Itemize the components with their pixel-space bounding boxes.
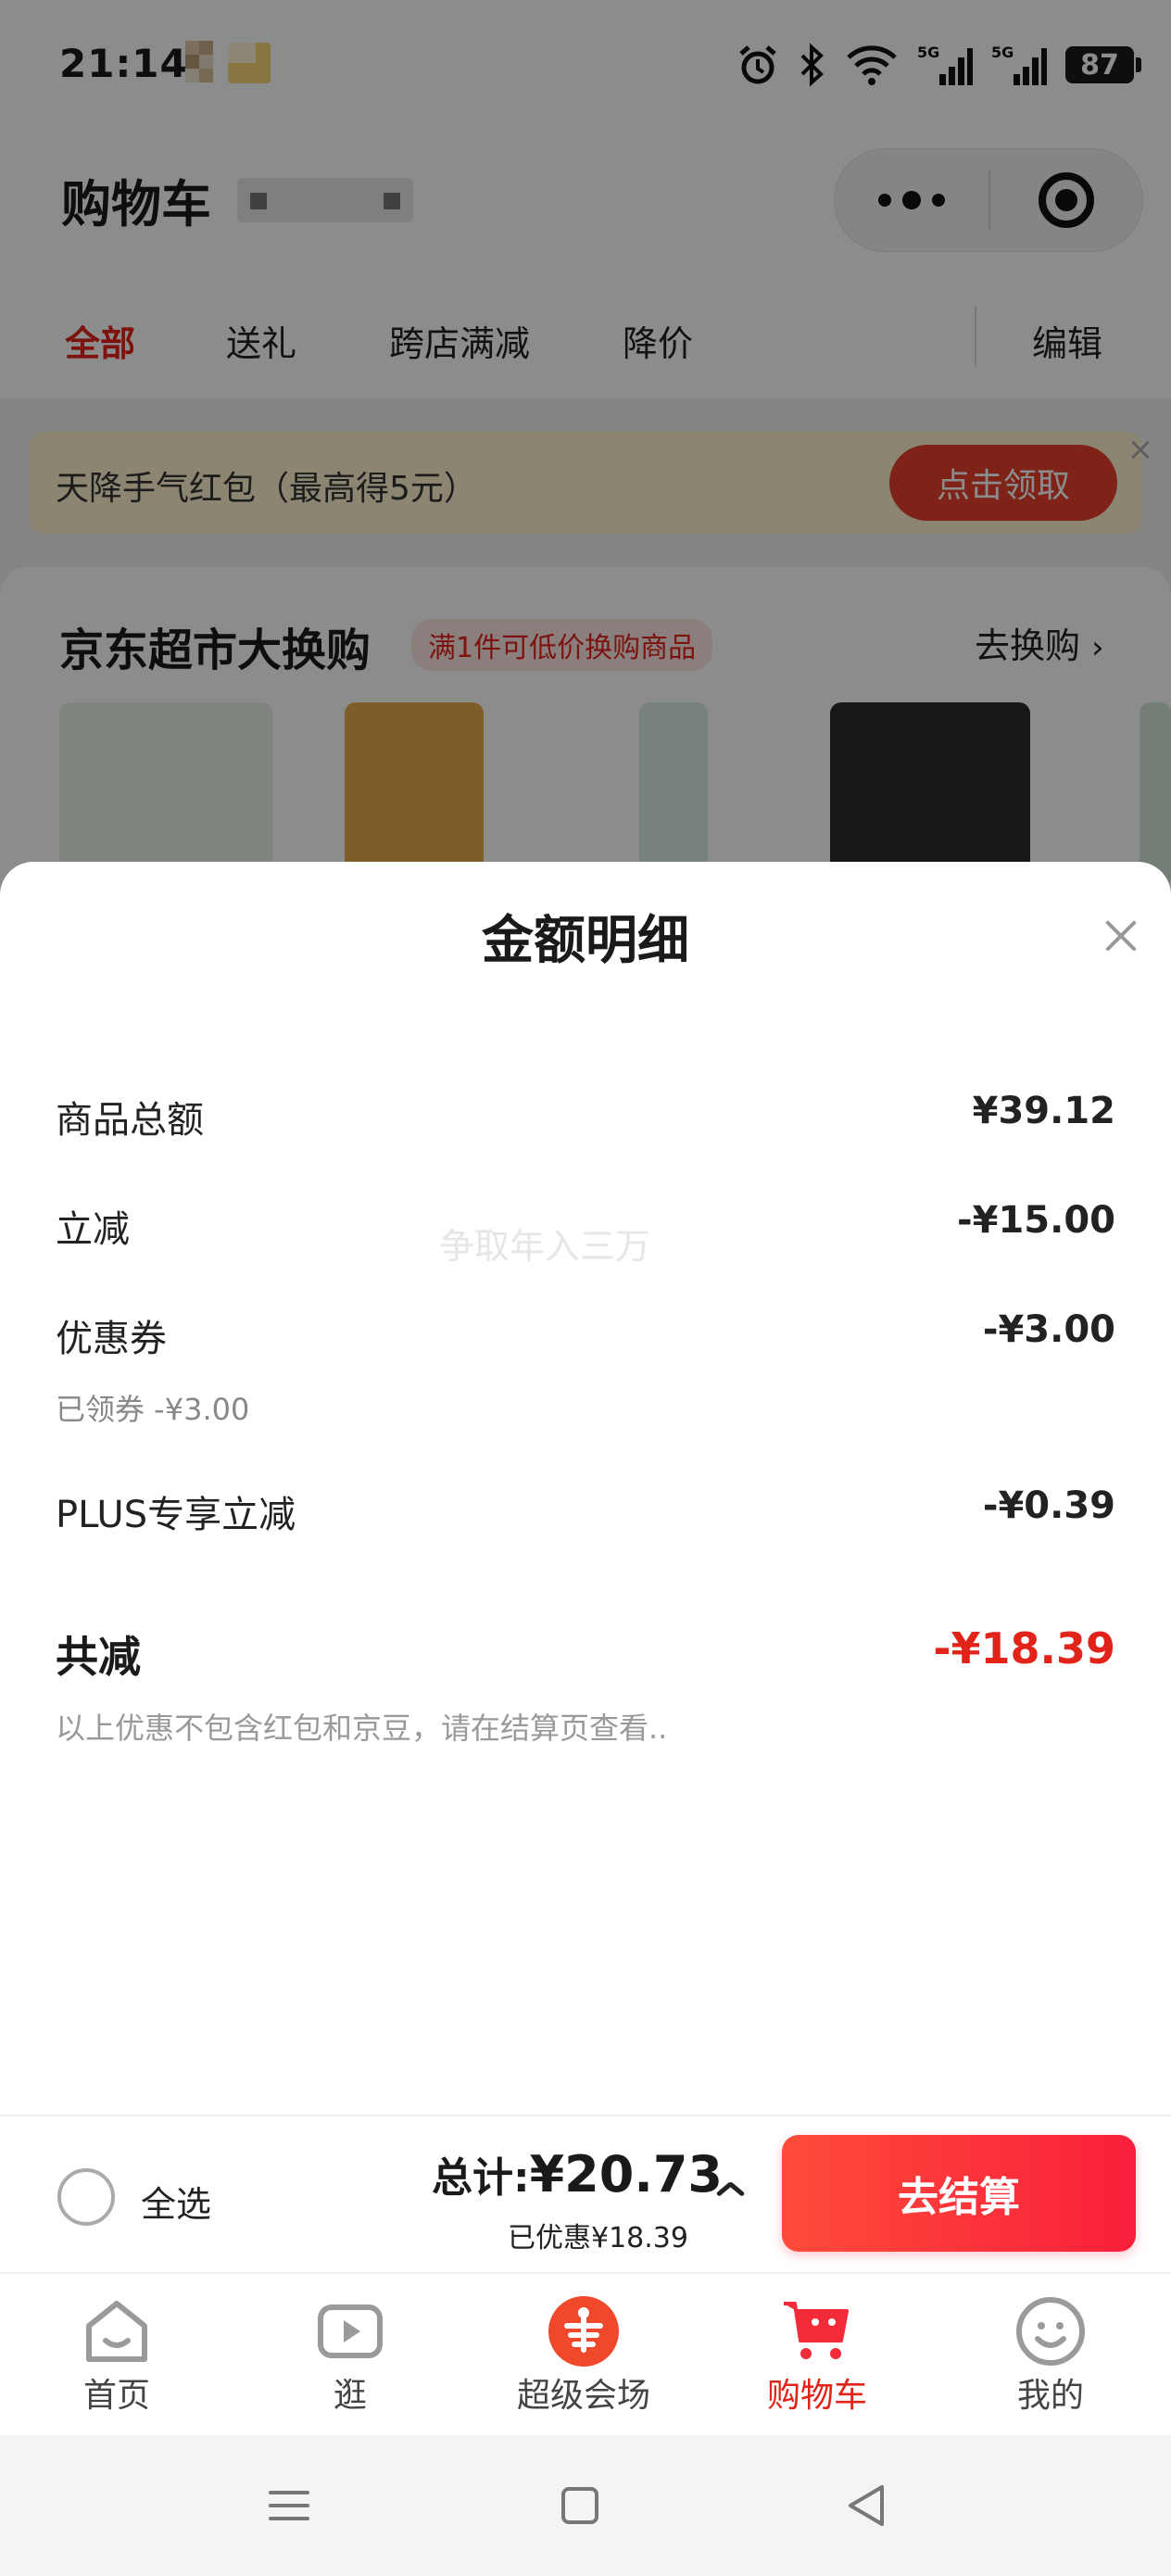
bottom-tabbar: 首页 逛 超级会场 购物车 我的 <box>0 2272 1171 2435</box>
tabbar-label: 购物车 <box>766 2377 867 2415</box>
tabbar-item-cart[interactable]: 购物车 <box>700 2274 934 2437</box>
row-value-plus: -¥0.39 <box>982 1484 1115 1527</box>
row-sub-coupon: 已领券 -¥3.00 <box>56 1392 250 1427</box>
total-discount-label: 共减 <box>56 1632 141 1682</box>
row-label-instant-off: 立减 <box>56 1208 130 1251</box>
tabbar-item-profile[interactable]: 我的 <box>934 2274 1167 2437</box>
cart-icon <box>784 2302 849 2359</box>
total-prefix: 总计: <box>432 2154 530 2202</box>
discount-note: 以上优惠不包含红包和京豆，请在结算页查看.. <box>56 1711 668 1746</box>
select-all-label[interactable]: 全选 <box>141 2176 211 2227</box>
watermark: 争取年入三万 <box>439 1226 651 1267</box>
row-label-coupon: 优惠券 <box>56 1318 167 1360</box>
select-all-checkbox[interactable] <box>57 2168 115 2226</box>
home-button-icon[interactable] <box>554 2480 606 2532</box>
video-icon <box>318 2305 383 2358</box>
total-amount: ¥20.73 <box>529 2145 723 2203</box>
close-icon[interactable] <box>1099 914 1143 958</box>
tabbar-label: 我的 <box>1016 2377 1084 2415</box>
back-icon[interactable] <box>841 2480 893 2532</box>
total-line: 总计:¥20.73 <box>432 2144 723 2203</box>
page: 21:14 5G 5G 87 购物车 全部 送礼 跨店满减 降价 编辑 天降手气… <box>0 0 1171 2576</box>
tabbar-label: 超级会场 <box>516 2377 650 2415</box>
checkout-button[interactable]: 去结算 <box>782 2135 1136 2252</box>
profile-icon <box>1016 2297 1085 2366</box>
amount-detail-sheet: 金额明细 争取年入三万 商品总额 ¥39.12 立减 -¥15.00 优惠券 -… <box>0 862 1171 2115</box>
tabbar-label: 首页 <box>82 2377 150 2415</box>
tabbar-label: 逛 <box>333 2377 367 2415</box>
tabbar-item-home[interactable]: 首页 <box>0 2274 233 2437</box>
sheet-title: 金额明细 <box>482 911 689 971</box>
menu-icon[interactable] <box>263 2480 315 2532</box>
row-label-goods-total: 商品总额 <box>56 1099 204 1142</box>
row-value-coupon: -¥3.00 <box>982 1308 1115 1351</box>
super-venue-icon <box>548 2296 619 2367</box>
checkout-bar: 全选 总计:¥20.73 已优惠¥18.39 去结算 <box>0 2115 1171 2272</box>
chevron-up-icon[interactable] <box>713 2174 747 2207</box>
total-discount-value: -¥18.39 <box>933 1623 1115 1673</box>
tabbar-item-browse[interactable]: 逛 <box>233 2274 467 2437</box>
row-label-plus: PLUS专享立减 <box>56 1494 296 1536</box>
home-icon <box>86 2301 147 2362</box>
row-value-instant-off: -¥15.00 <box>957 1199 1115 1242</box>
tabbar-item-super-venue[interactable]: 超级会场 <box>467 2274 700 2437</box>
saved-amount: 已优惠¥18.39 <box>508 2222 688 2254</box>
system-nav-bar <box>0 2435 1171 2576</box>
row-value-goods-total: ¥39.12 <box>972 1090 1115 1132</box>
